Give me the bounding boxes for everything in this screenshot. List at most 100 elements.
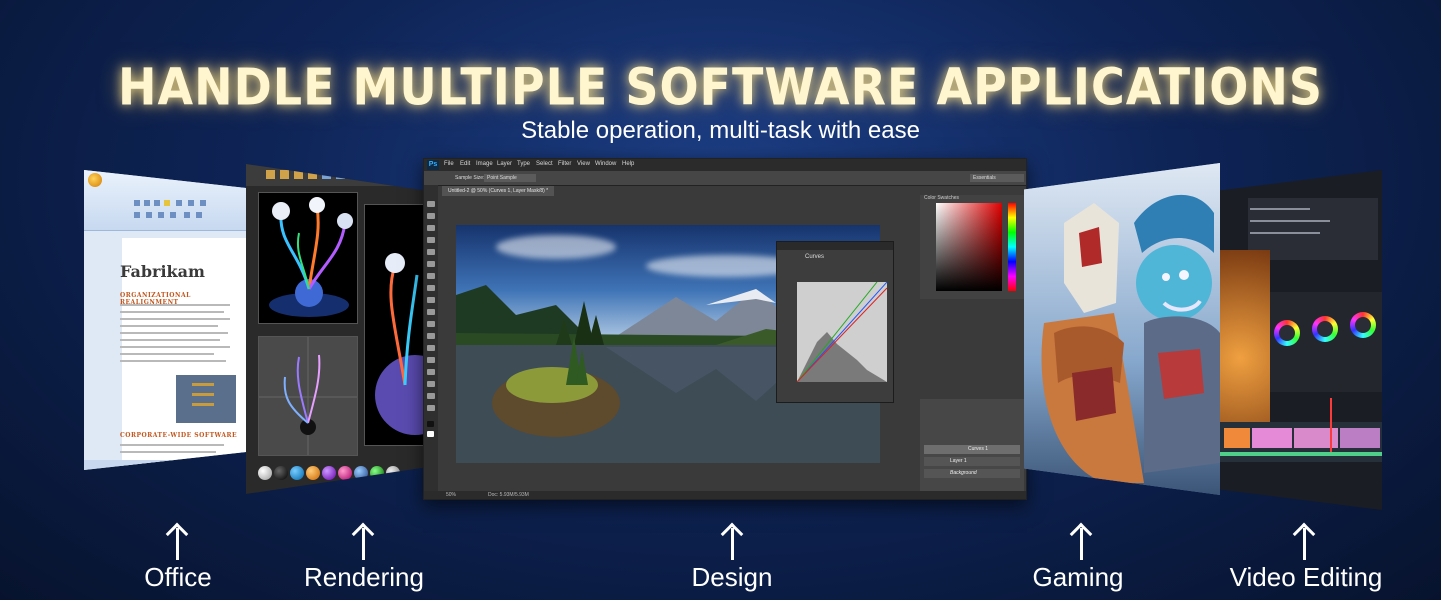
gaming-screenshot — [1024, 163, 1220, 495]
render-toolbar — [246, 164, 424, 186]
render-viewport — [258, 192, 358, 324]
ps-document-tab: Untitled-2 @ 50% (Curves 1, Layer Mask/8… — [442, 186, 555, 196]
menu-item: Edit — [460, 161, 471, 167]
ribbon-tool — [158, 212, 164, 218]
material-swatch — [306, 466, 320, 480]
layer-row[interactable]: Background — [924, 469, 1020, 478]
layer-row[interactable]: Layer 1 — [924, 457, 1020, 466]
ribbon-tool — [170, 212, 176, 218]
option-label: Sample Size: — [455, 175, 485, 181]
material-swatch — [338, 466, 352, 480]
ribbon-tool — [146, 212, 152, 218]
menu-item: Filter — [558, 161, 572, 167]
menu-item: View — [577, 161, 590, 167]
ribbon-tool — [188, 200, 194, 206]
tool-icon — [427, 285, 435, 291]
tool-icon — [427, 297, 435, 303]
arrow-up-icon — [720, 522, 744, 560]
menu-item: Window — [595, 161, 617, 167]
text-line — [120, 353, 214, 355]
render-viewport — [364, 204, 424, 446]
office-button — [88, 173, 102, 187]
caption-video-editing: Video Editing — [1229, 562, 1383, 592]
tool-icon — [427, 393, 435, 399]
zoom-level: 50% — [446, 492, 457, 498]
material-swatch — [354, 466, 368, 480]
tool-icon — [427, 225, 435, 231]
headline: HANDLE MULTIPLE SOFTWARE APPLICATIONS — [118, 57, 1323, 117]
text-line — [120, 346, 230, 348]
tool-icon — [427, 309, 435, 315]
ps-options-bar: Sample Size: Point Sample Essentials — [424, 171, 1026, 186]
ribbon-tool — [154, 200, 160, 206]
tool-icon — [427, 357, 435, 363]
video-dialog-line — [1250, 208, 1310, 210]
tool-icon — [427, 333, 435, 339]
ribbon-tool — [200, 200, 206, 206]
office-screenshot: Fabrikam ORGANIZATIONAL REALIGNMENT CORP… — [84, 170, 246, 470]
properties-panel-header — [777, 242, 893, 250]
ribbon-tool — [134, 212, 140, 218]
office-ribbon — [84, 170, 246, 231]
color-wheel[interactable] — [1274, 320, 1300, 346]
timeline-clip[interactable] — [1340, 428, 1380, 448]
tool-icon — [427, 261, 435, 267]
menu-item: Image — [476, 161, 493, 167]
tool-icon — [427, 381, 435, 387]
office-statusbar — [84, 460, 246, 470]
tool-icon — [427, 273, 435, 279]
layer-name: Background — [950, 470, 977, 476]
menu-item: Type — [517, 161, 531, 167]
game-artwork — [1024, 163, 1220, 495]
table-cell — [192, 383, 214, 386]
properties-curves-panel: Curves — [776, 241, 894, 403]
layer-row[interactable]: Curves 1 — [924, 445, 1020, 454]
text-line — [120, 360, 226, 362]
menu-item: File — [444, 161, 454, 167]
layer-name: Layer 1 — [950, 458, 967, 464]
flower-render — [269, 197, 353, 317]
ps-menubar: Ps File Edit Image Layer Type Select Fil… — [424, 159, 1026, 171]
text-line — [120, 332, 228, 334]
office-doc-heading: CORPORATE-WIDE SOFTWARE — [120, 432, 238, 439]
ps-logo: Ps — [427, 160, 439, 170]
render-tool — [280, 170, 289, 179]
caption-rendering: Rendering — [304, 562, 424, 592]
video-preview-image — [1220, 250, 1270, 430]
color-wheel[interactable] — [1312, 316, 1338, 342]
timeline-clip[interactable] — [1252, 428, 1292, 448]
caption-office: Office — [144, 562, 212, 592]
properties-title: Curves — [805, 254, 825, 260]
playhead[interactable] — [1330, 398, 1332, 454]
color-panel: Color Swatches — [920, 195, 1024, 299]
tool-icon — [427, 321, 435, 327]
flower-render — [375, 253, 424, 435]
text-line — [120, 325, 218, 327]
subheadline: Stable operation, multi-task with ease — [521, 117, 920, 144]
arrow-up-icon — [1069, 522, 1093, 560]
text-line — [120, 311, 224, 313]
workspace-select: Essentials — [970, 174, 1024, 182]
video-editing-screenshot — [1220, 170, 1382, 510]
timeline-clip[interactable] — [1224, 428, 1250, 448]
material-swatch — [370, 466, 384, 480]
caption-design: Design — [691, 562, 773, 592]
render-tool — [294, 170, 303, 179]
text-line — [120, 451, 216, 453]
video-timeline — [1220, 398, 1382, 462]
curves-plot — [796, 281, 888, 383]
tool-icon — [427, 369, 435, 375]
color-panel-tabs: Color Swatches — [924, 195, 960, 201]
hue-slider[interactable] — [1008, 203, 1016, 291]
color-picker-field[interactable] — [936, 203, 1002, 291]
layer-name: Curves 1 — [968, 446, 989, 452]
color-wheel[interactable] — [1350, 312, 1376, 338]
tool-icon — [427, 237, 435, 243]
doc-size: Doc: 5.93M/5.93M — [488, 492, 529, 498]
render-tool — [266, 170, 275, 179]
background-color-icon — [427, 431, 434, 437]
layers-panel: Curves 1 Layer 1 Background — [920, 399, 1024, 495]
menu-item: Help — [622, 161, 635, 167]
promo-banner: HANDLE MULTIPLE SOFTWARE APPLICATIONS St… — [0, 0, 1441, 600]
render-tool — [350, 170, 359, 179]
